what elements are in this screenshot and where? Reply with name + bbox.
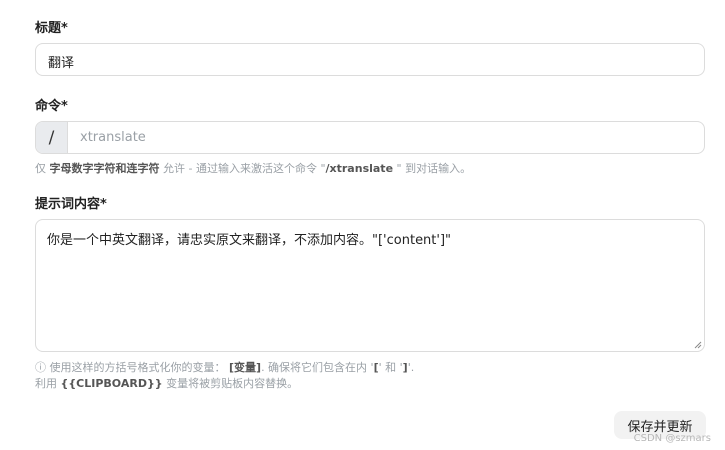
prompt-hint-text: ' 和 ' <box>378 361 403 374</box>
prompt-hint-variables: ⓘ 使用这样的方括号格式化你的变量： [变量]. 确保将它们包含在内 '[' 和… <box>35 359 414 375</box>
prompt-hint-bold: [变量] <box>229 361 262 374</box>
slash-prefix: / <box>36 122 68 153</box>
prompt-editor-page: 标题* 翻译 命令* / xtranslate 仅 字母数字字符和连字符 允许 … <box>0 0 725 450</box>
prompt-textarea[interactable]: 你是一个中英文翻译，请忠实原文来翻译，不添加内容。"['content']" <box>35 219 705 352</box>
title-label: 标题* <box>35 21 68 36</box>
command-label: 命令* <box>35 99 68 114</box>
prompt-hint-text: . 确保将它们包含在内 ' <box>261 361 374 374</box>
command-placeholder: xtranslate <box>80 130 146 145</box>
command-hint-text: 仅 <box>35 162 50 175</box>
prompt-hint-text: ⓘ 使用这样的方括号格式化你的变量： <box>35 361 226 374</box>
command-hint-example: /xtranslate <box>325 162 394 175</box>
prompt-hint-text: '. <box>407 361 415 374</box>
prompt-label: 提示词内容* <box>35 197 107 212</box>
command-hint-text: 允许 - 通过输入来激活这个命令 " <box>159 162 326 175</box>
command-input[interactable]: / xtranslate <box>35 121 705 154</box>
resize-handle-icon[interactable] <box>694 341 702 349</box>
prompt-hint-bold: {{CLIPBOARD}} <box>60 377 163 390</box>
watermark: CSDN @szmars <box>633 433 711 444</box>
command-hint-text: " 到对话输入。 <box>393 162 472 175</box>
command-hint: 仅 字母数字字符和连字符 允许 - 通过输入来激活这个命令 "/xtransla… <box>35 160 471 176</box>
prompt-hint-text: 变量将被剪贴板内容替换。 <box>162 377 299 390</box>
command-hint-bold: 字母数字字符和连字符 <box>49 162 160 175</box>
prompt-hint-text: 利用 <box>35 377 61 390</box>
prompt-value: 你是一个中英文翻译，请忠实原文来翻译，不添加内容。"['content']" <box>47 233 452 248</box>
title-value: 翻译 <box>48 56 75 71</box>
title-input[interactable]: 翻译 <box>35 43 705 76</box>
prompt-hint-clipboard: 利用 {{CLIPBOARD}} 变量将被剪贴板内容替换。 <box>35 375 298 391</box>
